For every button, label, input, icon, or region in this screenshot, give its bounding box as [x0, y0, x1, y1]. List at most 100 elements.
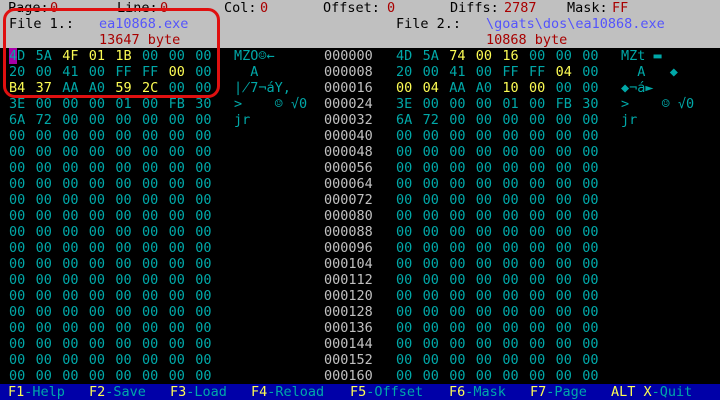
- file2-byte[interactable]: 00: [582, 144, 598, 160]
- file2-byte[interactable]: 00: [476, 224, 492, 240]
- file2-byte[interactable]: 00: [396, 352, 412, 368]
- file2-byte[interactable]: 00: [556, 304, 572, 320]
- file1-byte[interactable]: 00: [169, 288, 185, 304]
- file2-byte[interactable]: 3E: [396, 96, 412, 112]
- file1-byte[interactable]: B4: [9, 80, 25, 96]
- file1-byte[interactable]: 00: [62, 176, 78, 192]
- fkey-f7[interactable]: F7-Page: [530, 384, 587, 400]
- file1-byte[interactable]: 00: [36, 288, 52, 304]
- file1-byte[interactable]: 00: [142, 272, 158, 288]
- file2-byte[interactable]: 00: [476, 64, 492, 80]
- file2-byte[interactable]: 00: [476, 368, 492, 384]
- fkey-f5[interactable]: F5-Offset: [350, 384, 423, 400]
- file1-byte[interactable]: 00: [62, 128, 78, 144]
- file2-byte[interactable]: 00: [529, 288, 545, 304]
- file1-byte[interactable]: 00: [9, 128, 25, 144]
- file2-byte[interactable]: 00: [582, 240, 598, 256]
- file1-byte[interactable]: 00: [142, 96, 158, 112]
- file2-ascii[interactable]: MZt ▬: [621, 48, 662, 64]
- file2-byte[interactable]: 00: [582, 112, 598, 128]
- file2-byte[interactable]: 00: [423, 288, 439, 304]
- file1-byte[interactable]: 00: [115, 256, 131, 272]
- file2-byte[interactable]: 00: [529, 320, 545, 336]
- file2-byte[interactable]: 00: [529, 192, 545, 208]
- row-offset[interactable]: 000112: [324, 272, 373, 288]
- file1-byte[interactable]: 00: [169, 80, 185, 96]
- file1-byte[interactable]: AA: [62, 80, 78, 96]
- file1-byte[interactable]: 00: [62, 208, 78, 224]
- file2-byte[interactable]: 00: [423, 256, 439, 272]
- row-offset[interactable]: 000080: [324, 208, 373, 224]
- file2-byte[interactable]: 00: [582, 208, 598, 224]
- file2-byte[interactable]: 00: [449, 96, 465, 112]
- file1-byte[interactable]: 00: [89, 336, 105, 352]
- file2-byte[interactable]: 00: [582, 256, 598, 272]
- file1-byte[interactable]: 00: [195, 144, 211, 160]
- file2-byte[interactable]: 00: [556, 128, 572, 144]
- file1-ascii[interactable]: jr: [234, 112, 250, 128]
- file2-byte[interactable]: 00: [476, 272, 492, 288]
- file1-byte[interactable]: 00: [9, 336, 25, 352]
- file2-byte[interactable]: 00: [529, 128, 545, 144]
- file1-byte[interactable]: 00: [36, 144, 52, 160]
- file1-byte[interactable]: 00: [142, 160, 158, 176]
- file2-byte[interactable]: 00: [476, 192, 492, 208]
- file1-byte[interactable]: 41: [62, 64, 78, 80]
- file1-byte[interactable]: FB: [169, 96, 185, 112]
- file1-byte[interactable]: 00: [9, 160, 25, 176]
- file2-byte[interactable]: 00: [476, 240, 492, 256]
- file1-byte[interactable]: 00: [115, 176, 131, 192]
- file1-byte[interactable]: 00: [195, 224, 211, 240]
- file2-byte[interactable]: 00: [529, 240, 545, 256]
- file2-byte[interactable]: 00: [449, 128, 465, 144]
- file1-byte[interactable]: 72: [36, 112, 52, 128]
- file1-byte[interactable]: 00: [9, 352, 25, 368]
- file1-byte[interactable]: 00: [115, 240, 131, 256]
- file2-byte[interactable]: 00: [423, 224, 439, 240]
- file2-byte[interactable]: 00: [423, 304, 439, 320]
- file1-byte[interactable]: 00: [89, 128, 105, 144]
- file2-byte[interactable]: 00: [502, 368, 518, 384]
- fkey-alt-x[interactable]: ALT X-Quit: [611, 384, 692, 400]
- file1-byte[interactable]: 00: [169, 112, 185, 128]
- file2-byte[interactable]: 00: [476, 48, 492, 64]
- file1-byte[interactable]: 00: [169, 240, 185, 256]
- file1-byte[interactable]: 00: [62, 272, 78, 288]
- file2-byte[interactable]: 00: [582, 352, 598, 368]
- file2-byte[interactable]: 00: [449, 208, 465, 224]
- file1-byte[interactable]: 00: [195, 368, 211, 384]
- file1-byte[interactable]: 00: [195, 160, 211, 176]
- file1-byte[interactable]: 00: [142, 224, 158, 240]
- file1-byte[interactable]: 00: [89, 352, 105, 368]
- file2-byte[interactable]: 00: [396, 336, 412, 352]
- file2-byte[interactable]: 00: [396, 160, 412, 176]
- file1-byte[interactable]: 00: [195, 304, 211, 320]
- file2-byte[interactable]: 00: [396, 144, 412, 160]
- file1-byte[interactable]: 00: [169, 160, 185, 176]
- file2-byte[interactable]: 00: [502, 320, 518, 336]
- file2-byte[interactable]: 00: [556, 224, 572, 240]
- file2-byte[interactable]: 00: [529, 144, 545, 160]
- row-offset[interactable]: 000144: [324, 336, 373, 352]
- file1-byte[interactable]: 00: [169, 64, 185, 80]
- file1-ascii[interactable]: A: [234, 64, 258, 80]
- file2-byte[interactable]: 00: [423, 96, 439, 112]
- file2-byte[interactable]: 00: [502, 160, 518, 176]
- file1-byte[interactable]: 00: [115, 160, 131, 176]
- file1-byte[interactable]: 00: [89, 208, 105, 224]
- file2-byte[interactable]: FF: [529, 64, 545, 80]
- file2-ascii[interactable]: A ◆: [621, 64, 678, 80]
- row-offset[interactable]: 000000: [324, 48, 373, 64]
- file1-byte[interactable]: 00: [9, 144, 25, 160]
- file2-byte[interactable]: 00: [529, 368, 545, 384]
- file2-byte[interactable]: 74: [449, 48, 465, 64]
- file1-byte[interactable]: 00: [9, 208, 25, 224]
- file1-byte[interactable]: 00: [62, 144, 78, 160]
- file2-byte[interactable]: 00: [529, 176, 545, 192]
- file1-byte[interactable]: 00: [195, 48, 211, 64]
- file1-byte[interactable]: 00: [142, 112, 158, 128]
- file2-byte[interactable]: 00: [449, 240, 465, 256]
- file2-byte[interactable]: 00: [423, 208, 439, 224]
- file2-byte[interactable]: 00: [476, 352, 492, 368]
- file1-byte[interactable]: 00: [62, 368, 78, 384]
